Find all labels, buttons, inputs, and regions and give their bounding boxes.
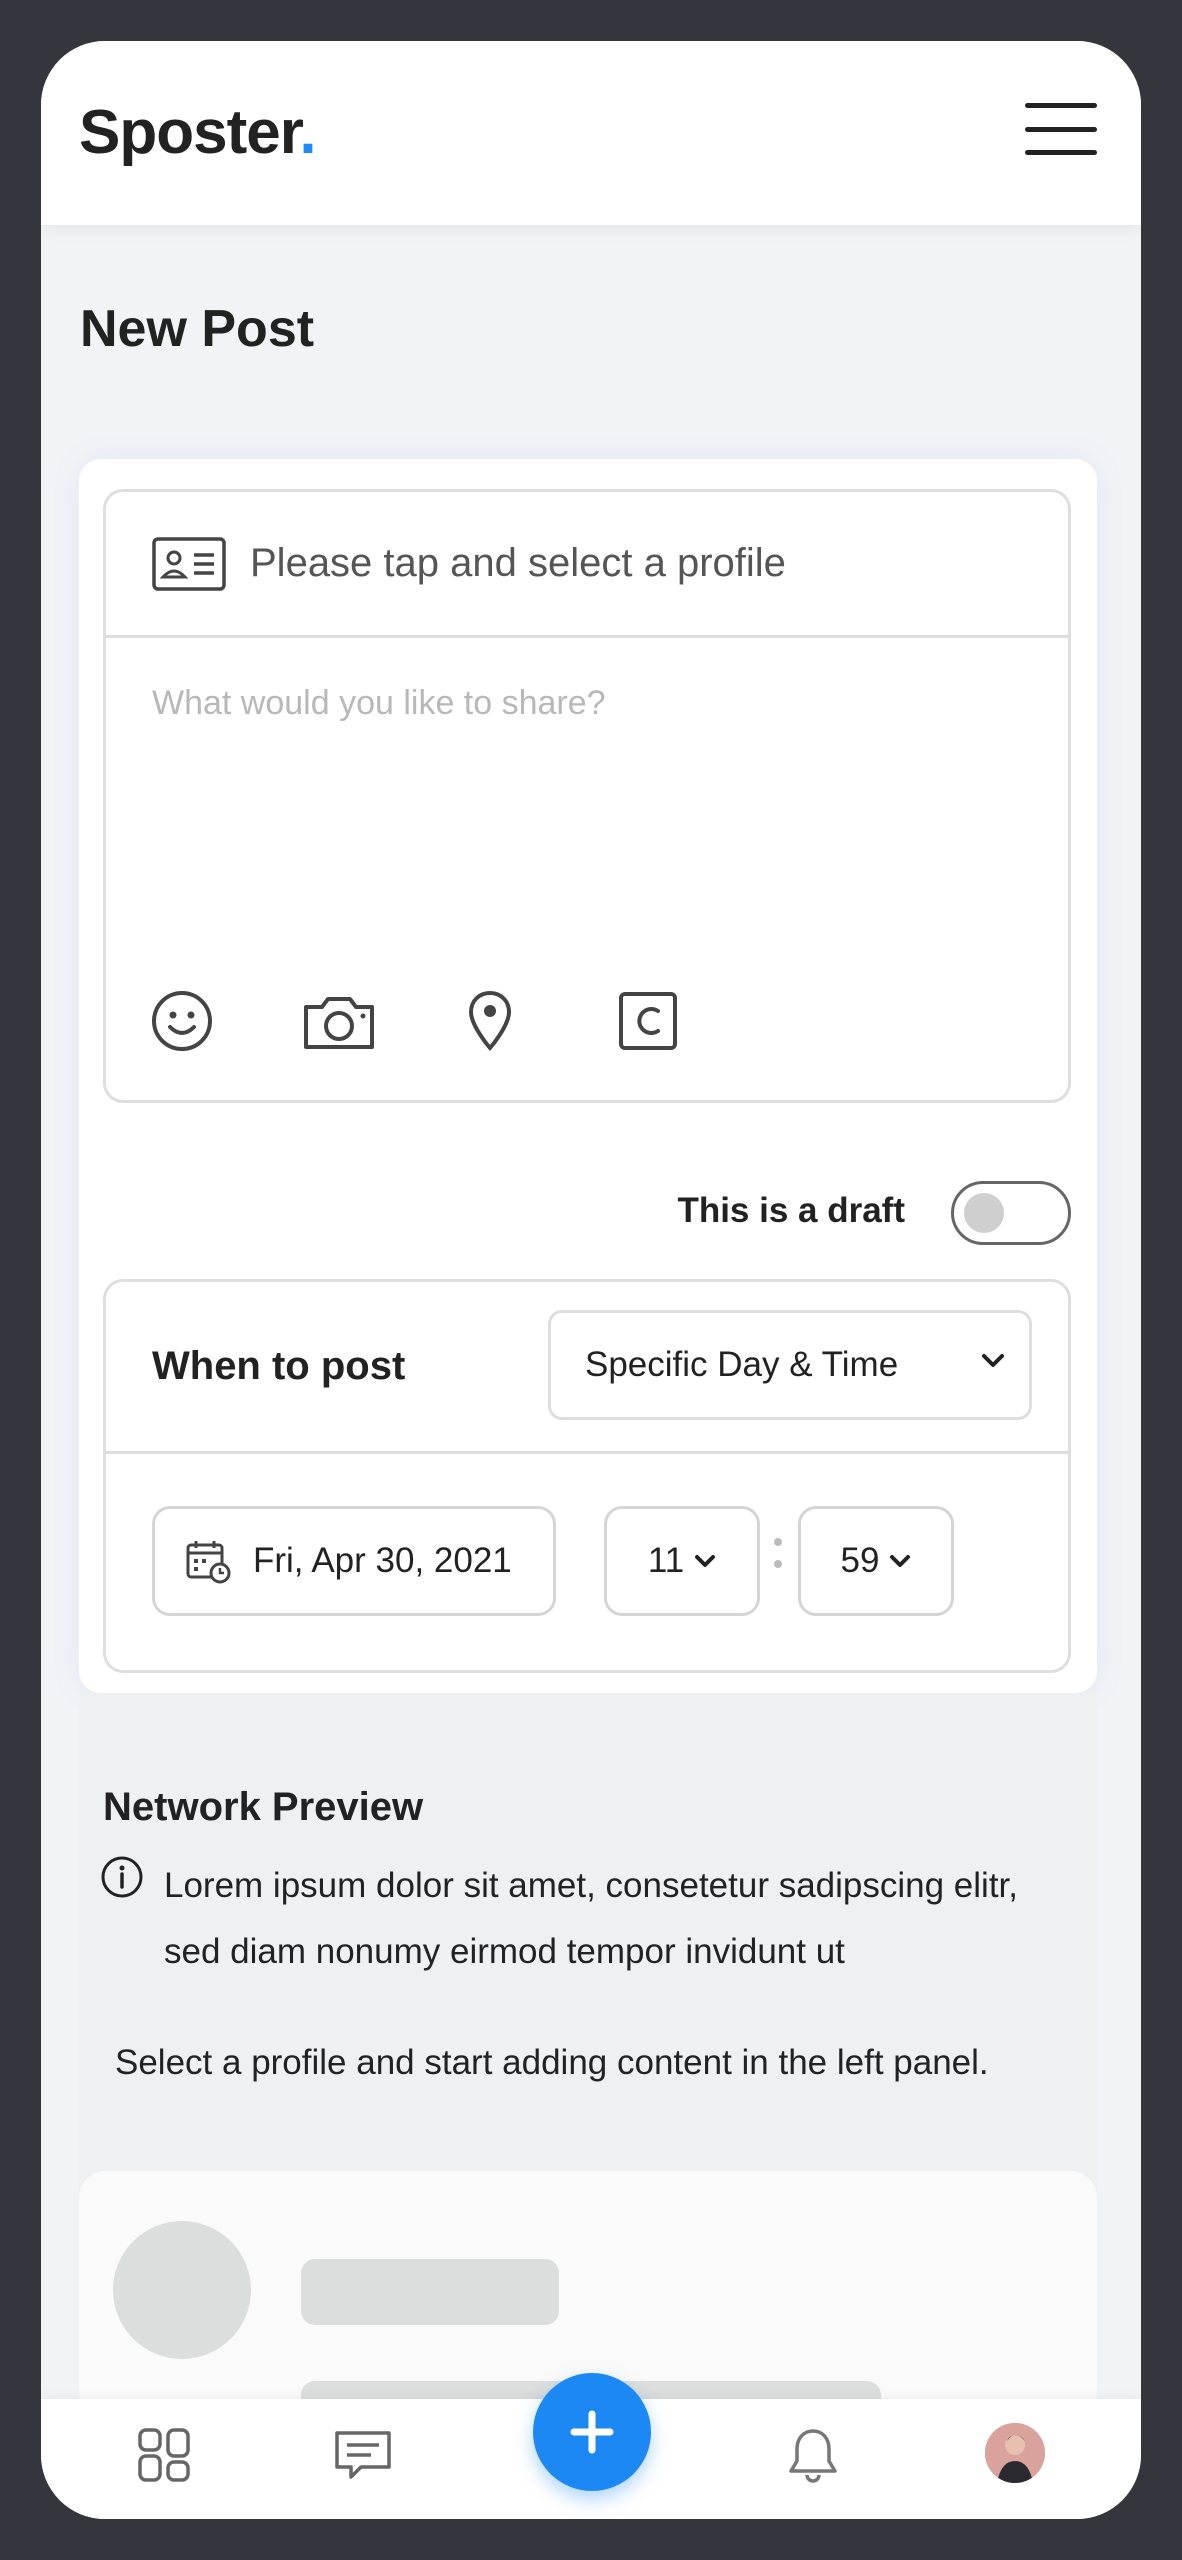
info-icon (101, 1856, 143, 1898)
time-separator (774, 1538, 784, 1578)
draft-row: This is a draft (79, 1181, 1071, 1245)
plus-icon (570, 2410, 614, 2454)
location-pin-icon[interactable] (466, 989, 514, 1053)
schedule-box: When to post Specific Day & Time Fri, Ap… (103, 1279, 1071, 1673)
network-preview-title: Network Preview (103, 1785, 424, 1829)
skeleton-line (301, 2259, 559, 2325)
date-value: Fri, Apr 30, 2021 (253, 1541, 512, 1580)
post-timing-select[interactable]: Specific Day & Time (548, 1310, 1032, 1420)
hamburger-menu-button[interactable] (1025, 103, 1097, 155)
app-header: Sposter. (41, 41, 1141, 225)
camera-icon[interactable] (300, 989, 378, 1053)
app-screen: Sposter. New Post Please tap and select … (41, 41, 1141, 2519)
profile-prompt: Please tap and select a profile (250, 541, 786, 585)
draft-label: This is a draft (677, 1191, 905, 1230)
empty-state-hint: Select a profile and start adding conten… (115, 2043, 989, 2082)
post-timing-value: Specific Day & Time (585, 1345, 899, 1384)
menu-line (1025, 150, 1097, 155)
minute-select[interactable]: 59 (798, 1506, 954, 1616)
new-post-card: Please tap and select a profile What wou… (79, 459, 1097, 1693)
skeleton-avatar (113, 2221, 251, 2359)
minute-value: 59 (840, 1541, 880, 1580)
copyright-icon[interactable] (618, 991, 678, 1051)
dashboard-icon[interactable] (137, 2427, 191, 2483)
hour-select[interactable]: 11 (604, 1506, 760, 1616)
chevron-down-icon (982, 1354, 1004, 1367)
notifications-icon[interactable] (787, 2427, 839, 2485)
avatar-image (985, 2423, 1045, 2483)
logo-text: Sposter (79, 98, 300, 167)
date-picker[interactable]: Fri, Apr 30, 2021 (152, 1506, 556, 1616)
when-to-post-label: When to post (152, 1344, 406, 1388)
when-to-post-row: When to post Specific Day & Time (106, 1282, 1068, 1454)
post-content-input[interactable]: What would you like to share? (152, 684, 606, 723)
logo-dot: . (299, 98, 316, 167)
profile-avatar[interactable] (985, 2423, 1045, 2483)
network-preview-description: Lorem ipsum dolor sit amet, consetetur s… (164, 1866, 1018, 1971)
page-title: New Post (80, 300, 315, 358)
chevron-down-icon (890, 1555, 911, 1567)
compose-box: Please tap and select a profile What wou… (103, 489, 1071, 1103)
add-post-button[interactable] (533, 2373, 651, 2491)
select-profile-button[interactable]: Please tap and select a profile (106, 492, 1068, 638)
menu-line (1025, 103, 1097, 108)
messages-icon[interactable] (333, 2427, 393, 2483)
chevron-down-icon (695, 1555, 716, 1567)
menu-line (1025, 126, 1097, 132)
calendar-icon (186, 1541, 231, 1584)
toggle-knob (964, 1193, 1004, 1233)
app-logo[interactable]: Sposter. (79, 97, 317, 168)
draft-toggle[interactable] (951, 1181, 1071, 1245)
profile-card-icon (152, 536, 226, 591)
compose-toolbar (150, 986, 678, 1056)
smiley-icon[interactable] (150, 989, 214, 1053)
date-time-row: Fri, Apr 30, 2021 11 59 (106, 1454, 1068, 1670)
hour-value: 11 (647, 1541, 685, 1580)
